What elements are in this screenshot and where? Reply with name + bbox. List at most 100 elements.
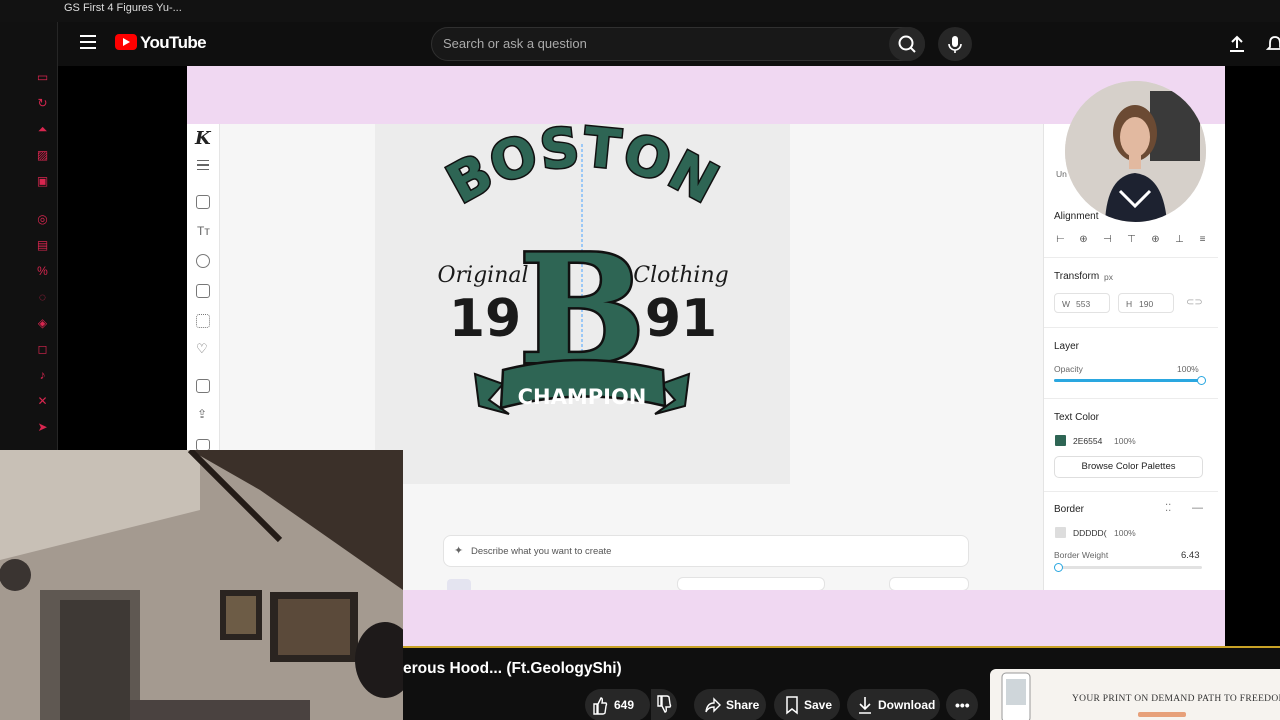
microphone-icon [948,36,962,53]
upload-cloud-icon[interactable]: ⇪ [197,407,207,421]
tiktok-icon[interactable]: ♪ [35,368,50,383]
ai-prompt-placeholder: Describe what you want to create [471,546,612,557]
original-script-text: Original [437,263,528,288]
height-field-label: H [1126,299,1133,309]
gamepad-icon[interactable]: ▭ [35,70,50,85]
favorites-heart-icon[interactable]: ♡ [196,341,208,357]
pattern-icon[interactable] [196,314,210,328]
discord-icon[interactable]: ◈ [35,316,50,331]
bottom-toolbar [443,575,969,590]
align-top-icon[interactable]: ⊤ [1126,234,1137,245]
notifications-bell-icon[interactable] [1265,34,1280,54]
link-aspect-icon[interactable]: ⊂⊃ [1186,297,1203,308]
browser-tab-title[interactable]: GS First 4 Figures Yu-... [64,2,182,14]
upload-icon[interactable] [1226,34,1248,54]
year-left-text: 19 [449,289,521,349]
panel-truncated-label: Un [1056,169,1067,179]
layer-heading: Layer [1054,341,1080,352]
panel-divider [1044,491,1218,492]
border-color-hex[interactable]: DDDDD( [1073,528,1107,538]
menu-icon[interactable] [80,35,96,49]
app-menu-icon[interactable] [197,160,209,171]
app-logo-icon: K [195,128,211,149]
opacity-label: Opacity [1054,364,1083,374]
share-button[interactable]: Share [694,689,766,720]
year-right-text: 91 [645,289,717,349]
telegram-icon[interactable]: ➤ [35,420,50,435]
download-button[interactable]: Download [847,689,940,720]
text-color-hex[interactable]: 2E6554 [1073,436,1102,446]
boston-champion-design[interactable]: BOSTON B Original Clothing 19 91 CHAMPIO… [375,124,790,484]
width-field-value: 553 [1076,299,1091,309]
search-placeholder: Search or ask a question [443,36,587,51]
presenter-facecam [1065,81,1206,222]
more-dots-icon: ••• [955,697,970,713]
whatsapp-icon[interactable]: ◌ [35,290,50,305]
more-actions-button[interactable]: ••• [946,689,978,720]
browse-color-palettes-button[interactable]: Browse Color Palettes [1054,456,1203,478]
share-arrow-icon [704,689,722,720]
align-middle-v-icon[interactable]: ⊕ [1150,234,1161,245]
opacity-slider-handle[interactable] [1197,376,1206,385]
alignment-heading: Alignment [1054,211,1099,222]
templates-icon[interactable] [196,195,210,209]
search-button[interactable] [889,27,925,61]
x-icon[interactable]: ✕ [35,394,50,409]
dislike-button[interactable] [651,689,677,720]
refresh-icon[interactable]: ↻ [35,96,50,111]
upgrade-button[interactable] [889,577,969,590]
distribute-icon[interactable]: ≡ [1197,234,1208,245]
card-icon[interactable]: ▨ [35,148,50,163]
threads-icon[interactable]: ◎ [35,212,50,227]
text-color-opacity: 100% [1114,436,1136,446]
align-right-icon[interactable]: ⊣ [1102,234,1113,245]
percent-icon[interactable]: % [35,264,50,279]
border-weight-slider-handle[interactable] [1054,563,1063,572]
search-icon [898,35,916,53]
zoom-controls[interactable] [677,577,825,590]
border-weight-label: Border Weight [1054,550,1109,560]
champion-banner-text: CHAMPION [518,385,647,409]
video-letterbox-left [58,66,187,452]
border-remove-icon[interactable]: — [1192,502,1203,514]
opacity-slider-track[interactable] [1054,379,1202,382]
m-app-icon[interactable]: ▣ [35,174,50,189]
share-label: Share [726,698,760,712]
select-tool-icon[interactable] [447,579,471,590]
svg-text:BOSTON: BOSTON [436,124,729,216]
youtube-logo-text[interactable]: YouTube [140,33,207,53]
brand-kit-icon[interactable] [196,379,210,393]
text-tool-icon[interactable]: Tт [197,224,210,238]
height-field-value: 190 [1139,299,1154,309]
border-color-swatch[interactable] [1055,527,1066,538]
border-style-icon[interactable]: ⁚⁚ [1165,503,1171,514]
twitch-icon[interactable]: ▤ [35,238,50,253]
ad-phone-icon [1001,672,1031,720]
elements-icon[interactable] [196,254,210,268]
clothing-script-text: Clothing [633,263,728,288]
instagram-icon[interactable]: ◻ [35,342,50,357]
ad-cta-button[interactable] [1138,712,1186,717]
extensions-sidebar: ▭ ↻ ⏶ ▨ ▣ ◎ ▤ % ◌ ◈ ◻ ♪ ✕ ➤ [0,22,58,452]
voice-search-button[interactable] [938,27,972,61]
ad-headline: YOUR PRINT ON DEMAND PATH TO FREEDOM [1072,694,1280,704]
presenter-image [1065,81,1206,222]
border-weight-value: 6.43 [1181,550,1200,561]
like-button[interactable]: 649 [585,689,650,720]
align-left-icon[interactable]: ⊢ [1055,234,1066,245]
webcam-image [0,450,403,720]
video-letterbox-right [1225,66,1280,646]
save-label: Save [804,698,833,712]
align-bottom-icon[interactable]: ⊥ [1174,234,1185,245]
save-button[interactable]: Save [774,689,840,720]
image-icon[interactable] [196,284,210,298]
text-color-swatch[interactable] [1055,435,1066,446]
align-center-h-icon[interactable]: ⊕ [1078,234,1089,245]
border-heading: Border [1054,504,1085,515]
transform-heading: Transform [1054,271,1100,282]
border-weight-slider-track[interactable] [1054,566,1202,569]
flask-icon[interactable]: ⏶ [35,122,50,137]
like-count: 649 [614,698,635,712]
youtube-logo-icon[interactable] [115,34,137,50]
bookmark-icon [784,689,800,720]
